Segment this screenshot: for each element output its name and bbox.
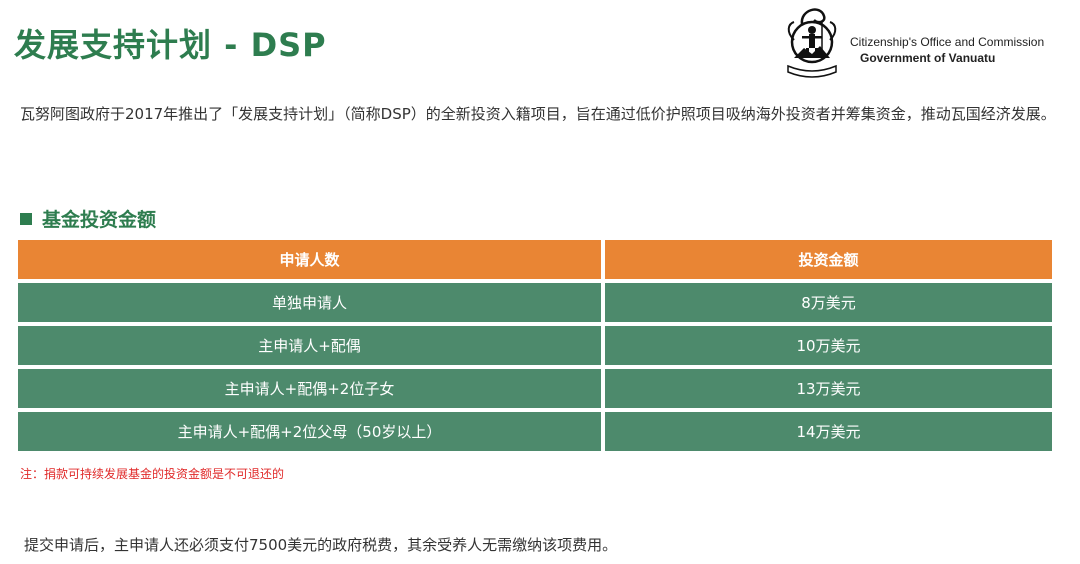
section-heading: 基金投资金额 [20,205,156,232]
page-title: 发展支持计划 - DSP [14,26,327,64]
section-heading-text: 基金投资金额 [42,209,157,231]
table-row: 主申请人+配偶+2位子女 13万美元 [18,369,1052,408]
office-line-1: Citizenship's Office and Commission [850,35,1045,49]
row-amount: 13万美元 [605,369,1052,408]
investment-table: 申请人数 投资金额 单独申请人 8万美元 主申请人+配偶 10万美元 主申请人+… [18,240,1052,455]
row-applicants: 主申请人+配偶+2位父母（50岁以上） [18,412,601,451]
table-row: 主申请人+配偶 10万美元 [18,326,1052,365]
office-label: Citizenship's Office and Commission Gove… [850,34,1044,66]
table-row: 主申请人+配偶+2位父母（50岁以上） 14万美元 [18,412,1052,451]
table-row: 单独申请人 8万美元 [18,283,1052,322]
footer-paragraph: 提交申请后，主申请人还必须支付7500美元的政府税费，其余受养人无需缴纳该项费用… [24,536,618,554]
row-applicants: 单独申请人 [18,283,601,322]
header-applicants: 申请人数 [18,240,601,279]
square-bullet-icon [20,212,32,225]
header-amount: 投资金额 [605,240,1052,279]
intro-paragraph: 瓦努阿图政府于2017年推出了「发展支持计划」（简称DSP）的全新投资入籍项目，… [20,105,1056,123]
row-applicants: 主申请人+配偶+2位子女 [18,369,601,408]
row-applicants: 主申请人+配偶 [18,326,601,365]
row-amount: 10万美元 [605,326,1052,365]
office-line-2: Government of Vanuatu [860,51,996,65]
vanuatu-coat-of-arms-icon [787,8,837,78]
row-amount: 8万美元 [605,283,1052,322]
refund-note: 注：捐款可持续发展基金的投资金额是不可退还的 [20,467,285,481]
table-header-row: 申请人数 投资金额 [18,240,1052,279]
row-amount: 14万美元 [605,412,1052,451]
